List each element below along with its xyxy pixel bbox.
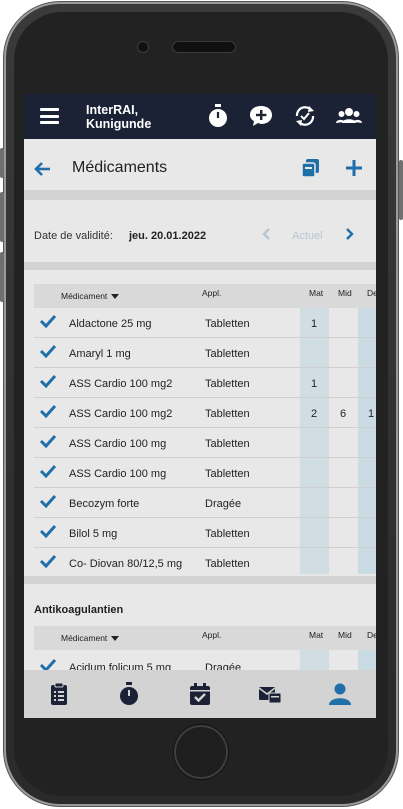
stopwatch-icon[interactable]: [205, 103, 231, 129]
medication-application: Tabletten: [205, 528, 250, 540]
table-header: Médicament Appl. Mat Mid De: [34, 626, 376, 650]
column-header-medication-label: Médicament: [61, 291, 108, 301]
column-header-mat[interactable]: Mat: [309, 288, 323, 298]
front-camera: [138, 42, 148, 52]
page-title: Médicaments: [72, 159, 168, 176]
calendar-check-icon[interactable]: [188, 682, 212, 706]
dose-de: 1: [368, 408, 375, 420]
table-row[interactable]: Becozym forte Dragée: [34, 488, 376, 518]
group-title: Antikoagulantien: [34, 604, 124, 616]
check-icon[interactable]: [39, 524, 57, 538]
clipboard-icon[interactable]: [47, 682, 71, 706]
sync-check-icon[interactable]: [292, 103, 318, 129]
sort-down-icon: [111, 294, 120, 300]
column-header-appl[interactable]: Appl.: [202, 288, 221, 298]
medication-application: Tabletten: [205, 378, 250, 390]
copy-icon[interactable]: [301, 158, 321, 178]
table-row[interactable]: ASS Cardio 100 mg Tabletten: [34, 428, 376, 458]
medication-application: Dragée: [205, 498, 242, 510]
medication-section: Médicament Appl. Mat Mid De Aldactone 25…: [24, 270, 376, 682]
column-header-medication[interactable]: Médicament: [61, 633, 120, 643]
column-header-mid[interactable]: Mid: [338, 288, 352, 298]
table-header: Médicament Appl. Mat Mid De: [34, 284, 376, 308]
dose-mat: 2: [311, 408, 318, 420]
speaker-grille: [173, 42, 235, 52]
divider: [24, 262, 376, 270]
column-header-mid[interactable]: Mid: [338, 630, 352, 640]
validity-date-label: Date de validité:: [34, 230, 113, 242]
chat-add-icon[interactable]: [248, 103, 274, 129]
user-name-line2: Kunigunde: [86, 117, 152, 131]
table-row[interactable]: ASS Cardio 100 mg2 Tabletten 2 6 1: [34, 398, 376, 428]
table-row[interactable]: Co- Diovan 80/12,5 mg Tabletten: [34, 548, 376, 578]
sort-down-icon: [111, 636, 120, 642]
column-header-de[interactable]: De: [367, 288, 376, 298]
table-row[interactable]: Amaryl 1 mg Tabletten: [34, 338, 376, 368]
medication-name: Amaryl 1 mg: [69, 348, 131, 360]
medication-name: Bilol 5 mg: [69, 528, 118, 540]
medication-application: Tabletten: [205, 438, 250, 450]
medication-application: Tabletten: [205, 408, 250, 420]
current-date-button[interactable]: Actuel: [292, 230, 323, 242]
volume-up-button: [0, 192, 4, 242]
mail-card-icon[interactable]: [258, 682, 282, 706]
volume-down-button: [0, 252, 4, 302]
column-header-appl[interactable]: Appl.: [202, 630, 221, 640]
medication-name: Becozym forte: [69, 498, 140, 510]
mute-switch: [0, 148, 4, 178]
medication-application: Tabletten: [205, 318, 250, 330]
column-header-mat[interactable]: Mat: [309, 630, 323, 640]
chevron-left-icon[interactable]: [260, 227, 272, 241]
check-icon[interactable]: [39, 344, 57, 358]
chevron-right-icon[interactable]: [344, 227, 356, 241]
column-header-medication-label: Médicament: [61, 633, 108, 643]
check-icon[interactable]: [39, 434, 57, 448]
user-name-line1: InterRAI,: [86, 103, 139, 117]
medication-name: Co- Diovan 80/12,5 mg: [69, 558, 183, 570]
table-row[interactable]: ASS Cardio 100 mg Tabletten: [34, 458, 376, 488]
table-row[interactable]: Aldactone 25 mg Tabletten 1: [34, 308, 376, 338]
divider: [24, 190, 376, 200]
check-icon[interactable]: [39, 404, 57, 418]
check-icon[interactable]: [39, 464, 57, 478]
check-icon[interactable]: [39, 374, 57, 388]
dose-mid: 6: [340, 408, 347, 420]
group-divider: [24, 576, 376, 584]
column-header-de[interactable]: De: [367, 630, 376, 640]
add-icon[interactable]: [344, 158, 364, 178]
check-icon[interactable]: [39, 554, 57, 568]
check-icon[interactable]: [39, 494, 57, 508]
medication-name: ASS Cardio 100 mg: [69, 438, 167, 450]
stopwatch-icon[interactable]: [117, 682, 141, 706]
back-arrow-icon[interactable]: [34, 160, 52, 178]
medication-name: ASS Cardio 100 mg: [69, 468, 167, 480]
page-header: Médicaments: [24, 147, 376, 190]
users-icon[interactable]: [336, 103, 362, 129]
bottom-tab-bar: [24, 670, 376, 718]
user-name: InterRAI, Kunigunde: [86, 103, 151, 131]
dose-mat: 1: [311, 378, 318, 390]
user-icon[interactable]: [328, 682, 352, 706]
medication-name: ASS Cardio 100 mg2: [69, 378, 173, 390]
dose-mat: 1: [311, 318, 318, 330]
validity-date-value[interactable]: jeu. 20.01.2022: [129, 230, 206, 242]
medication-name: Aldactone 25 mg: [69, 318, 152, 330]
medication-application: Tabletten: [205, 468, 250, 480]
menu-icon[interactable]: [40, 108, 59, 124]
home-button[interactable]: [174, 725, 228, 779]
table-row[interactable]: ASS Cardio 100 mg2 Tabletten 1: [34, 368, 376, 398]
medication-name: ASS Cardio 100 mg2: [69, 408, 173, 420]
app-screen: InterRAI, Kunigunde Médicaments Date de …: [24, 94, 376, 718]
top-bar: InterRAI, Kunigunde: [24, 94, 376, 139]
medication-application: Tabletten: [205, 348, 250, 360]
check-icon[interactable]: [39, 314, 57, 328]
column-header-medication[interactable]: Médicament: [61, 291, 120, 301]
medication-application: Tabletten: [205, 558, 250, 570]
date-bar: Date de validité: jeu. 20.01.2022 Actuel: [24, 200, 376, 262]
power-button: [399, 160, 403, 220]
table-row[interactable]: Bilol 5 mg Tabletten: [34, 518, 376, 548]
